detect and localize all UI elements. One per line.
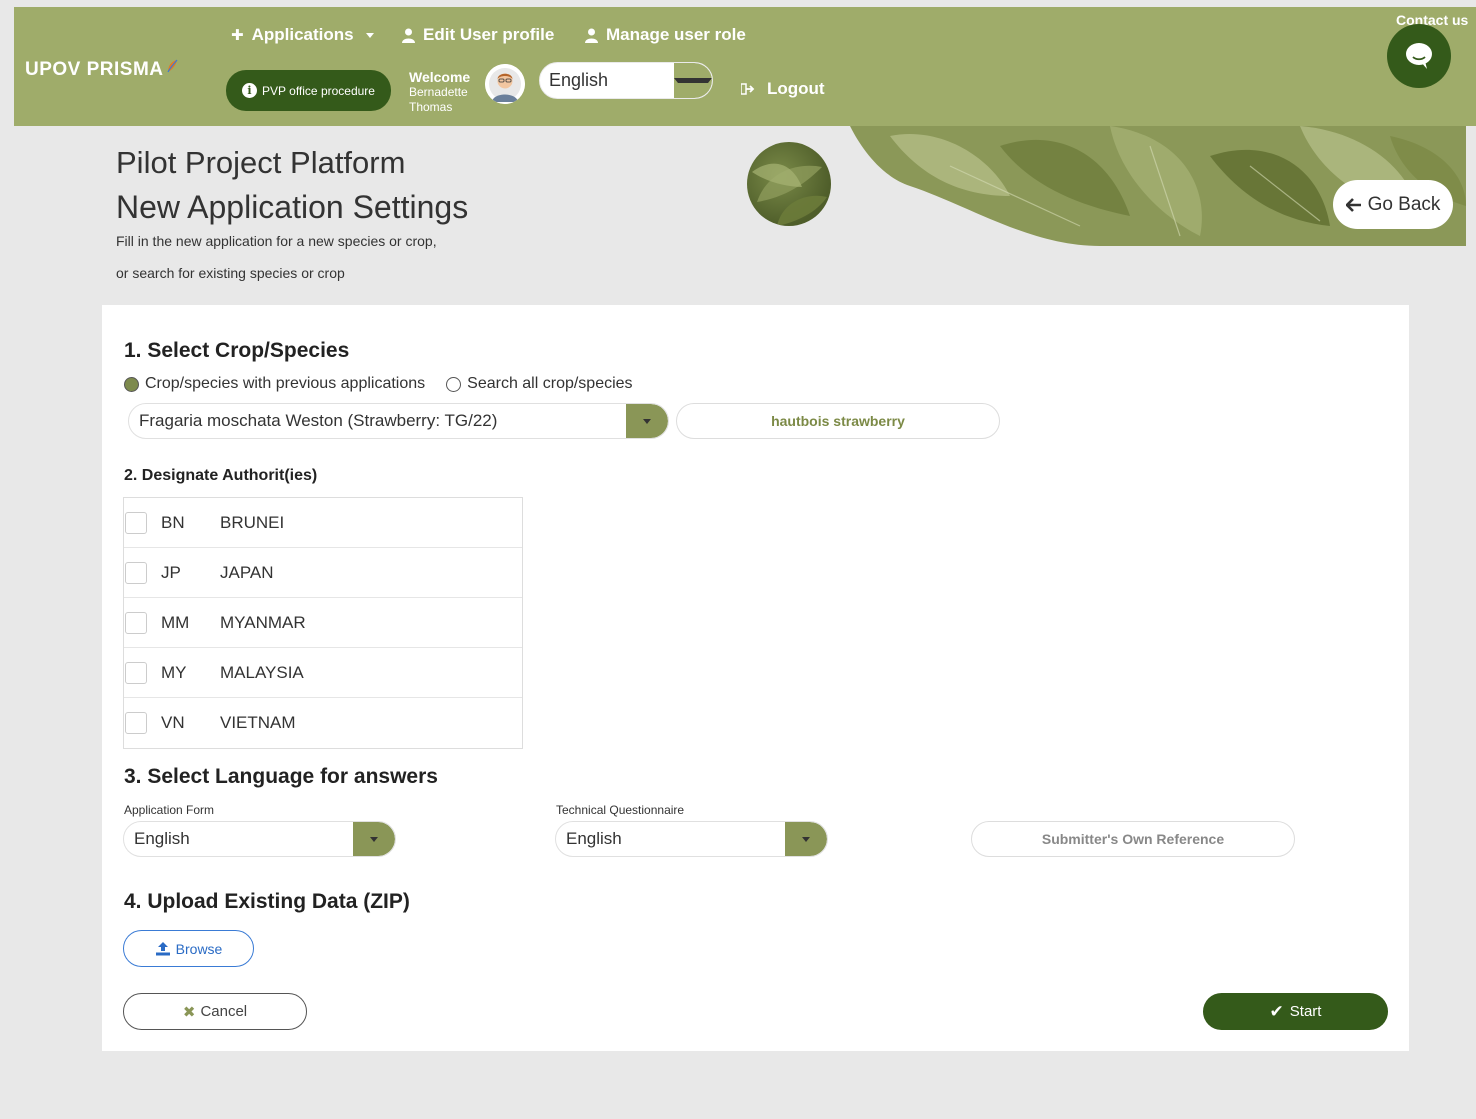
caret-down-icon <box>370 836 378 842</box>
crop-species-value: Fragaria moschata Weston (Strawberry: TG… <box>139 411 498 430</box>
language-value: English <box>549 70 609 90</box>
cross-icon: ✖ <box>182 1003 196 1021</box>
radio-search-all[interactable]: Search all crop/species <box>446 375 633 393</box>
start-label: Start <box>1289 1003 1322 1020</box>
authority-row-bn[interactable]: BN BRUNEI <box>124 498 522 548</box>
manage-user-role-label: Manage user role <box>606 25 746 44</box>
chat-button[interactable] <box>1387 24 1451 88</box>
arrow-left-icon <box>1345 197 1361 212</box>
radio-previous-label: Crop/species with previous applications <box>145 375 426 392</box>
user-icon <box>402 28 415 43</box>
authority-checkbox[interactable] <box>125 661 147 684</box>
user-first-name: Bernadette <box>409 85 468 99</box>
browse-label: Browse <box>175 940 223 957</box>
language-select[interactable]: English <box>539 62 713 99</box>
section-authorities-heading: 2. Designate Authorit(ies) <box>124 467 318 484</box>
pvp-office-procedure-label: PVP office procedure <box>262 83 375 98</box>
application-settings-card: 1. Select Crop/Species Crop/species with… <box>102 305 1409 1051</box>
authority-row-vn[interactable]: VN VIETNAM <box>124 698 522 748</box>
user-icon <box>585 28 598 43</box>
plus-icon: ✚ <box>231 27 244 44</box>
radio-search-all-label: Search all crop/species <box>467 375 633 392</box>
technical-questionnaire-label: Technical Questionnaire <box>556 803 685 817</box>
applications-label: Applications <box>251 25 354 44</box>
radio-selected-icon <box>124 376 139 392</box>
logout-icon <box>741 83 755 95</box>
welcome-label: Welcome <box>409 69 471 85</box>
technical-questionnaire-language-value: English <box>566 829 622 848</box>
info-icon: i <box>242 83 258 98</box>
avatar[interactable] <box>485 64 525 104</box>
authorities-list: BN BRUNEI JP JAPAN MM MYANMAR MY MALAYSI… <box>123 497 523 749</box>
application-form-label: Application Form <box>124 803 215 817</box>
authority-checkbox[interactable] <box>125 712 147 734</box>
logo-text: UPOV PRISMA <box>25 59 164 80</box>
user-last-name: Thomas <box>409 100 453 114</box>
manage-user-role-link[interactable]: Manage user role <box>585 25 746 45</box>
authority-name: JAPAN <box>220 562 274 582</box>
authority-name: VIETNAM <box>220 713 296 732</box>
section-upload-heading: 4. Upload Existing Data (ZIP) <box>124 890 410 913</box>
page-description-line1: Fill in the new application for a new sp… <box>116 233 437 249</box>
page-subtitle: New Application Settings <box>116 189 469 225</box>
application-form-dropdown-toggle[interactable] <box>353 822 395 856</box>
chat-bubble-icon <box>1406 43 1432 69</box>
caret-down-icon <box>365 32 374 38</box>
logout-link[interactable]: Logout <box>741 79 825 99</box>
technical-questionnaire-language-select[interactable]: English <box>555 821 828 857</box>
checkmark-icon: ✔ <box>1269 1001 1284 1021</box>
common-name-field[interactable]: hautbois strawberry <box>676 403 1000 439</box>
crop-radio-group: Crop/species with previous applications … <box>124 375 633 393</box>
authority-code: MM <box>161 612 190 632</box>
technical-questionnaire-dropdown-toggle[interactable] <box>785 822 827 856</box>
authority-code: MY <box>161 662 187 682</box>
authority-row-my[interactable]: MY MALAYSIA <box>124 648 522 698</box>
logo-leaf-icon <box>166 59 177 73</box>
start-button[interactable]: ✔ Start <box>1203 993 1388 1030</box>
authority-code: JP <box>161 562 181 582</box>
welcome-block: Welcome Bernadette Thomas <box>409 70 470 115</box>
application-form-language-value: English <box>134 829 190 848</box>
authority-name: MYANMAR <box>220 612 306 632</box>
browse-button[interactable]: Browse <box>123 930 254 967</box>
pvp-office-procedure-button[interactable]: i PVP office procedure <box>226 70 391 111</box>
authority-row-mm[interactable]: MM MYANMAR <box>124 598 522 648</box>
logout-label: Logout <box>767 79 825 98</box>
applications-menu[interactable]: ✚ Applications <box>231 25 374 45</box>
section-crop-heading: 1. Select Crop/Species <box>124 339 350 362</box>
section-language-heading: 3. Select Language for answers <box>124 765 438 788</box>
authority-row-jp[interactable]: JP JAPAN <box>124 548 522 598</box>
upload-icon <box>155 942 170 956</box>
user-avatar-icon <box>485 64 525 104</box>
upov-prisma-logo[interactable]: UPOV PRISMA <box>25 59 178 81</box>
authority-checkbox[interactable] <box>125 611 147 634</box>
cancel-button[interactable]: ✖ Cancel <box>123 993 307 1030</box>
authority-name: MALAYSIA <box>220 662 304 682</box>
go-back-button[interactable]: Go Back <box>1333 180 1453 229</box>
page-description-line2: or search for existing species or crop <box>116 265 345 281</box>
edit-user-profile-label: Edit User profile <box>423 25 555 44</box>
crop-dropdown-toggle[interactable] <box>626 404 668 438</box>
radio-previous-applications[interactable]: Crop/species with previous applications <box>124 375 425 393</box>
go-back-label: Go Back <box>1367 193 1441 215</box>
caret-down-icon <box>674 78 712 83</box>
language-dropdown-toggle[interactable] <box>674 63 712 98</box>
crop-species-select[interactable]: Fragaria moschata Weston (Strawberry: TG… <box>128 403 669 439</box>
caret-down-icon <box>802 836 810 842</box>
caret-down-icon <box>643 418 651 424</box>
leaf-image <box>747 142 831 226</box>
edit-user-profile-link[interactable]: Edit User profile <box>402 25 554 45</box>
application-form-language-select[interactable]: English <box>123 821 396 857</box>
page-title: Pilot Project Platform <box>116 145 406 180</box>
authority-checkbox[interactable] <box>125 561 147 584</box>
authority-code: VN <box>161 713 185 732</box>
authority-checkbox[interactable] <box>125 511 147 534</box>
submitter-reference-input[interactable]: Submitter's Own Reference <box>971 821 1295 857</box>
top-navbar: UPOV PRISMA ✚ Applications Edit User pro… <box>14 7 1476 126</box>
cancel-label: Cancel <box>200 1003 248 1020</box>
authority-code: BN <box>161 512 185 532</box>
radio-unselected-icon <box>446 376 462 392</box>
authority-name: BRUNEI <box>220 512 285 532</box>
